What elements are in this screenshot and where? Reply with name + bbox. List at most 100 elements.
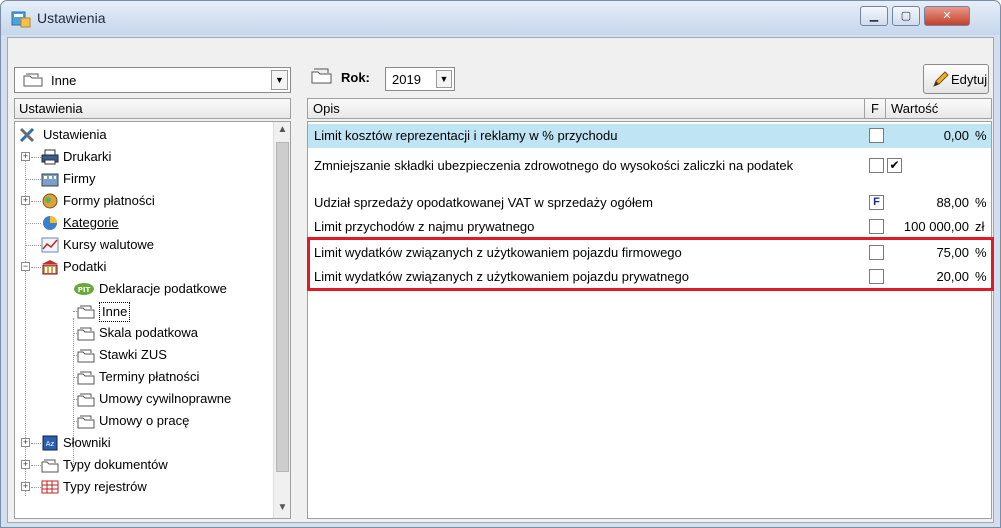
edit-button-label: Edytuj [951, 72, 988, 87]
svg-text:PIT: PIT [78, 286, 91, 294]
payment-icon [42, 193, 58, 209]
year-label: Rok: [341, 70, 370, 85]
svg-text:Az: Az [46, 440, 55, 448]
value-checkbox-checked[interactable]: ✔ [887, 158, 902, 173]
row-description: Udział sprzedaży opodatkowanej VAT w spr… [314, 195, 653, 210]
settings-tree-panel: Inne ▼ Ustawienia Ustawienia + Drukarki … [11, 41, 299, 519]
chart-line-icon [41, 237, 59, 253]
settings-tree[interactable]: Ustawienia + Drukarki Firmy + Formy płat… [14, 121, 291, 519]
tree-guide-line [26, 179, 41, 180]
expand-icon[interactable]: + [21, 196, 30, 205]
row-description: Limit kosztów reprezentacji i reklamy w … [314, 128, 618, 143]
tree-label-selected: Inne [99, 302, 131, 322]
f-checkbox[interactable] [869, 158, 884, 173]
tree-label: Typy rejestrów [63, 479, 147, 494]
f-checkbox[interactable] [869, 269, 884, 284]
maximize-button[interactable]: ▢ [892, 6, 920, 26]
tree-guide-line [31, 487, 41, 488]
scroll-up-icon[interactable]: ▲ [276, 124, 289, 140]
category-combo-value: Inne [51, 73, 77, 88]
tree-label: Terminy płatności [99, 369, 200, 384]
table-row[interactable]: Udział sprzedaży opodatkowanej VAT w spr… [308, 191, 991, 215]
settings-grid[interactable]: Limit kosztów reprezentacji i reklamy w … [307, 121, 992, 519]
row-unit: zł [975, 219, 985, 234]
expand-icon[interactable]: + [21, 438, 30, 447]
row-value: 75,00 [936, 245, 969, 260]
column-separator[interactable] [885, 99, 886, 118]
expand-icon[interactable]: + [21, 152, 30, 161]
tree-scrollbar[interactable]: ▲ ▼ [273, 122, 290, 518]
collapse-icon[interactable]: − [21, 262, 30, 271]
tree-guide-line [26, 223, 41, 224]
close-button[interactable]: ✕ [924, 6, 970, 26]
edit-button[interactable]: Edytuj [923, 64, 989, 94]
row-description: Limit przychodów z najmu prywatnego [314, 219, 535, 234]
column-separator[interactable] [864, 99, 865, 118]
chevron-down-icon[interactable]: ▼ [436, 70, 452, 88]
tree-label: Stawki ZUS [99, 347, 167, 362]
tree-label: Typy dokumentów [63, 457, 168, 472]
pencil-icon [933, 71, 949, 87]
tree-label: Umowy o pracę [99, 413, 190, 428]
f-checkbox[interactable] [869, 128, 884, 143]
tree-guide-line [31, 157, 41, 158]
year-select[interactable]: 2019 ▼ [385, 67, 455, 91]
tree-label: Kursy walutowe [63, 237, 155, 252]
printer-icon [41, 149, 59, 165]
column-header-f[interactable]: F [871, 101, 879, 116]
row-unit: % [975, 269, 987, 284]
pie-chart-icon [43, 216, 57, 230]
scroll-thumb[interactable] [276, 142, 289, 472]
f-checkbox[interactable] [869, 245, 884, 260]
tree-label: Firmy [63, 171, 96, 186]
row-unit: % [975, 195, 987, 210]
f-checkbox[interactable] [869, 219, 884, 234]
row-value: 100 000,00 [903, 219, 969, 234]
tree-label: Skala podatkowa [99, 325, 199, 340]
row-value: 20,00 [936, 269, 969, 284]
register-icon [41, 480, 59, 494]
tax-office-icon [42, 260, 58, 275]
column-header-opis[interactable]: Opis [313, 101, 340, 116]
row-value: 88,00 [936, 195, 969, 210]
expand-icon[interactable]: + [21, 460, 30, 469]
table-row[interactable]: Zmniejszanie składki ubezpieczenia zdrow… [308, 154, 991, 178]
tree-label: Podatki [63, 259, 107, 274]
tree-label: Ustawienia [43, 127, 107, 142]
folder-icon [23, 73, 43, 87]
table-row[interactable]: Limit przychodów z najmu prywatnego 100 … [308, 215, 991, 239]
tree-guide-line [31, 443, 41, 444]
folder-icon [311, 68, 332, 84]
category-combo[interactable]: Inne ▼ [14, 67, 291, 93]
building-icon [41, 173, 59, 187]
tree-guide-line [31, 201, 41, 202]
scroll-down-icon[interactable]: ▼ [276, 502, 289, 518]
settings-window: Ustawienia ▁ ▢ ✕ Inne ▼ Ustawienia Ustaw… [0, 0, 1001, 528]
row-description: Limit wydatków związanych z użytkowaniem… [314, 245, 682, 260]
dictionary-icon: Az [42, 435, 58, 451]
window-title: Ustawienia [37, 10, 106, 26]
table-row[interactable]: Limit wydatków związanych z użytkowaniem… [308, 241, 991, 265]
chevron-down-icon[interactable]: ▼ [271, 70, 288, 90]
table-row[interactable]: Limit kosztów reprezentacji i reklamy w … [308, 124, 991, 148]
row-description: Zmniejszanie składki ubezpieczenia zdrow… [314, 158, 794, 173]
tree-label: Deklaracje podatkowe [99, 281, 227, 296]
table-row[interactable]: Limit wydatków związanych z użytkowaniem… [308, 265, 991, 289]
folder-icon [77, 371, 95, 385]
folder-icon [77, 393, 95, 407]
tree-label: Słowniki [63, 435, 111, 450]
tools-icon [19, 127, 35, 143]
tree-label: Umowy cywilnoprawne [99, 391, 232, 406]
folder-icon [77, 305, 95, 319]
tree-label: Kategorie [63, 215, 119, 230]
row-description: Limit wydatków związanych z użytkowaniem… [314, 269, 690, 284]
tree-header: Ustawienia [14, 98, 291, 119]
minimize-button[interactable]: ▁ [860, 6, 888, 26]
tree-label: Drukarki [63, 149, 112, 164]
column-header-wartosc[interactable]: Wartość [891, 101, 938, 116]
f-checkbox-flag[interactable]: F [869, 195, 884, 210]
tree-guide-line [26, 245, 41, 246]
expand-icon[interactable]: + [21, 482, 30, 491]
title-bar[interactable]: Ustawienia ▁ ▢ ✕ [1, 1, 1000, 35]
tree-label: Formy płatności [63, 193, 155, 208]
